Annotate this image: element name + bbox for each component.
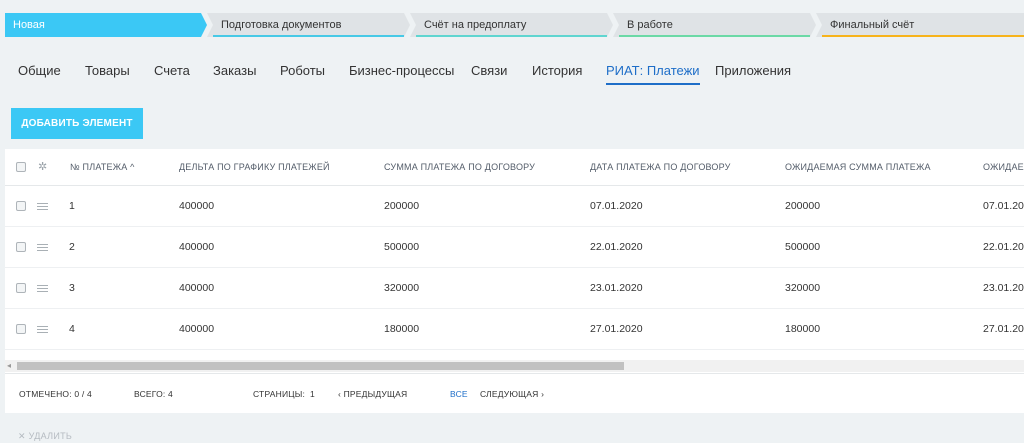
cell-delta: 400000 <box>179 241 215 253</box>
tab-invoices[interactable]: Счета <box>154 63 190 78</box>
grid-header: ✲ № ПЛАТЕЖА ^ ДЕЛЬТА ПО ГРАФИКУ ПЛАТЕЖЕЙ… <box>5 149 1024 186</box>
tab-orders[interactable]: Заказы <box>213 63 256 78</box>
stage-label: Новая <box>13 19 45 31</box>
cell-payment-number: 2 <box>69 241 75 253</box>
cell-contract-date: 27.01.2020 <box>590 323 643 335</box>
tab-products[interactable]: Товары <box>85 63 130 78</box>
chevron-up-icon: ^ <box>130 162 135 172</box>
stage-label: Подготовка документов <box>221 19 342 31</box>
cell-delta: 400000 <box>179 282 215 294</box>
cell-contract-amount: 320000 <box>384 282 420 294</box>
cell-expected-date: 27.01.20 <box>983 323 1024 335</box>
next-page-link[interactable]: СЛЕДУЮЩАЯ › <box>480 389 544 399</box>
cell-contract-date: 22.01.2020 <box>590 241 643 253</box>
stage-label: Счёт на предоплату <box>424 19 527 31</box>
stage-bar: Новая Подготовка документов Счёт на пред… <box>5 13 1024 37</box>
drag-handle-icon[interactable] <box>37 285 48 292</box>
cell-contract-date: 23.01.2020 <box>590 282 643 294</box>
cell-contract-amount: 180000 <box>384 323 420 335</box>
tab-general[interactable]: Общие <box>18 63 61 78</box>
drag-handle-icon[interactable] <box>37 326 48 333</box>
gear-icon[interactable]: ✲ <box>38 162 49 173</box>
column-header-expected-date[interactable]: ОЖИДАЕ <box>983 162 1024 172</box>
selected-count: ОТМЕЧЕНО: 0 / 4 <box>19 389 92 399</box>
delete-button[interactable]: ✕ УДАЛИТЬ <box>18 431 72 442</box>
current-page: 1 <box>310 389 315 399</box>
horizontal-scrollbar[interactable]: ◂ <box>5 360 1024 372</box>
row-checkbox[interactable] <box>16 324 26 334</box>
table-row[interactable]: 2 400000 500000 22.01.2020 500000 22.01.… <box>5 227 1024 268</box>
row-checkbox[interactable] <box>16 242 26 252</box>
column-header-expected-amount[interactable]: ОЖИДАЕМАЯ СУММА ПЛАТЕЖА <box>785 162 931 172</box>
row-checkbox[interactable] <box>16 201 26 211</box>
tab-applications[interactable]: Приложения <box>715 63 791 78</box>
payments-grid: ✲ № ПЛАТЕЖА ^ ДЕЛЬТА ПО ГРАФИКУ ПЛАТЕЖЕЙ… <box>5 149 1024 373</box>
stage-label: В работе <box>627 19 673 31</box>
cell-expected-date: 07.01.20 <box>983 200 1024 212</box>
column-header-contract-amount[interactable]: СУММА ПЛАТЕЖА ПО ДОГОВОРУ <box>384 162 535 172</box>
add-element-button[interactable]: ДОБАВИТЬ ЭЛЕМЕНТ <box>11 108 143 139</box>
cell-expected-amount: 320000 <box>785 282 821 294</box>
cell-expected-amount: 500000 <box>785 241 821 253</box>
cell-delta: 400000 <box>179 323 215 335</box>
column-header-payment-number[interactable]: № ПЛАТЕЖА ^ <box>70 162 135 172</box>
tab-history[interactable]: История <box>532 63 582 78</box>
cell-expected-amount: 200000 <box>785 200 821 212</box>
cell-payment-number: 1 <box>69 200 75 212</box>
grid-footer: ОТМЕЧЕНО: 0 / 4 ВСЕГО: 4 СТРАНИЦЫ: 1 ‹ П… <box>5 373 1024 413</box>
stage-in-progress[interactable]: В работе <box>613 13 816 37</box>
tab-links[interactable]: Связи <box>471 63 507 78</box>
scroll-left-icon[interactable]: ◂ <box>7 360 11 372</box>
table-row[interactable]: 1 400000 200000 07.01.2020 200000 07.01.… <box>5 186 1024 227</box>
cell-expected-amount: 180000 <box>785 323 821 335</box>
cell-contract-amount: 200000 <box>384 200 420 212</box>
stage-doc-prep[interactable]: Подготовка документов <box>207 13 410 37</box>
cell-payment-number: 3 <box>69 282 75 294</box>
row-checkbox[interactable] <box>16 283 26 293</box>
cell-expected-date: 22.01.20 <box>983 241 1024 253</box>
column-header-contract-date[interactable]: ДАТА ПЛАТЕЖА ПО ДОГОВОРУ <box>590 162 731 172</box>
cell-delta: 400000 <box>179 200 215 212</box>
tab-riat-payments[interactable]: РИАТ: Платежи <box>606 63 700 85</box>
select-all-checkbox[interactable] <box>16 162 26 172</box>
stage-prepay-invoice[interactable]: Счёт на предоплату <box>410 13 613 37</box>
prev-page-link[interactable]: ‹ ПРЕДЫДУЩАЯ <box>338 389 407 399</box>
table-row[interactable]: 3 400000 320000 23.01.2020 320000 23.01.… <box>5 268 1024 309</box>
pages-label: СТРАНИЦЫ: <box>253 389 306 399</box>
scrollbar-thumb[interactable] <box>17 362 624 370</box>
stage-label: Финальный счёт <box>830 19 915 31</box>
stage-new[interactable]: Новая <box>5 13 207 37</box>
drag-handle-icon[interactable] <box>37 244 48 251</box>
cell-contract-amount: 500000 <box>384 241 420 253</box>
column-header-delta[interactable]: ДЕЛЬТА ПО ГРАФИКУ ПЛАТЕЖЕЙ <box>179 162 330 172</box>
cell-expected-date: 23.01.20 <box>983 282 1024 294</box>
drag-handle-icon[interactable] <box>37 203 48 210</box>
cell-contract-date: 07.01.2020 <box>590 200 643 212</box>
cell-payment-number: 4 <box>69 323 75 335</box>
all-pages-link[interactable]: ВСЕ <box>450 389 468 399</box>
tab-business-processes[interactable]: Бизнес-процессы <box>349 63 454 78</box>
stage-final-invoice[interactable]: Финальный счёт <box>816 13 1024 37</box>
total-count: ВСЕГО: 4 <box>134 389 173 399</box>
tab-robots[interactable]: Роботы <box>280 63 325 78</box>
table-row[interactable]: 4 400000 180000 27.01.2020 180000 27.01.… <box>5 309 1024 350</box>
